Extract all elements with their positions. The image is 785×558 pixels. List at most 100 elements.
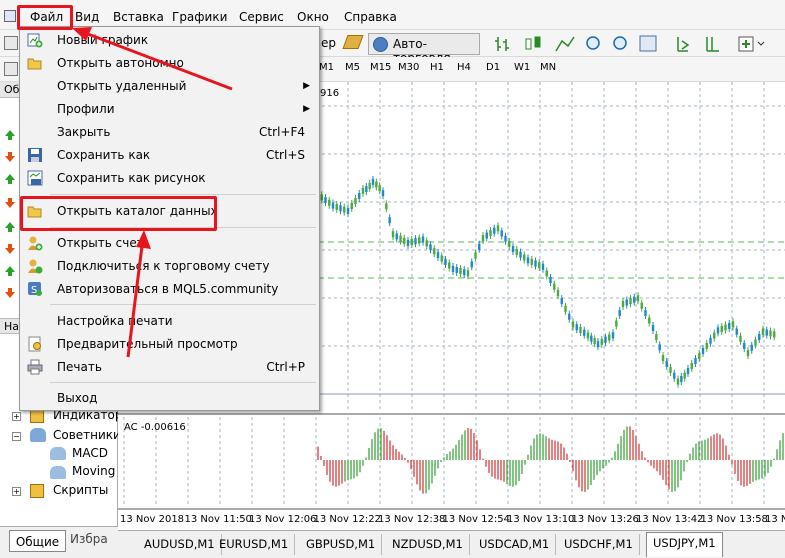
timeframe-m1[interactable]: M1 (319, 62, 334, 73)
menu-item-print-preview[interactable]: Предварительный просмотр (20, 333, 319, 355)
candle-body (556, 290, 560, 297)
open-folder-icon (27, 58, 42, 70)
candle-body (648, 317, 651, 324)
menu-tools[interactable]: Сервис (239, 8, 284, 26)
candle-body (504, 235, 507, 242)
candle-body (385, 203, 388, 210)
tree-expand-icon[interactable]: + (12, 412, 21, 421)
menu-item-shortcut: Ctrl+S (265, 148, 305, 162)
candle-body (519, 251, 522, 258)
candle-body (538, 262, 541, 269)
candle-body (406, 239, 410, 246)
candle-body (698, 352, 701, 359)
menu-item-open-remote[interactable]: Открыть удаленный ▶ (20, 75, 319, 97)
candle-body (421, 236, 425, 243)
candle-body (388, 217, 391, 224)
submenu-arrow-icon: ▶ (303, 104, 310, 114)
save-picture-icon (27, 170, 43, 186)
timeframe-m30[interactable]: M30 (398, 62, 419, 73)
tree-expand-scripts-icon[interactable]: + (12, 487, 21, 496)
candle-body (651, 325, 655, 332)
menu-item-open-account[interactable]: Открыть счет (20, 232, 319, 254)
candle-body (320, 194, 323, 201)
candle-body (436, 252, 440, 259)
menu-item-shortcut: Ctrl+F4 (259, 125, 305, 139)
timeframe-w1[interactable]: W1 (514, 62, 530, 73)
menu-window[interactable]: Окно (297, 8, 329, 26)
candle-body (335, 203, 338, 210)
menu-view[interactable]: Вид (75, 8, 99, 26)
menu-help[interactable]: Справка (344, 8, 397, 26)
menu-item-mql5-login[interactable]: S Авторизоваться в MQL5.community (20, 278, 319, 300)
timeframe-h1[interactable]: H1 (430, 62, 444, 73)
timeframe-m5[interactable]: M5 (345, 62, 360, 73)
candle-body (526, 257, 530, 264)
candle-body (680, 375, 683, 382)
timeframe-h4[interactable]: H4 (457, 62, 471, 73)
candle-body (403, 237, 406, 244)
candle-body (713, 332, 716, 339)
candle-body (640, 302, 643, 309)
chart-tab-nzdusd[interactable]: NZDUSD,M1 (386, 534, 470, 555)
timeframe-m15[interactable]: M15 (370, 62, 391, 73)
time-tick-label: 13 Nov 12:06 (249, 514, 317, 525)
menu-item-save-as[interactable]: Сохранить как Ctrl+S (20, 144, 319, 166)
menu-item-label: Открыть счет (57, 236, 144, 250)
toolbar-left-icon[interactable] (4, 36, 18, 50)
candle-body (754, 339, 757, 346)
menu-item-open-offline[interactable]: Открыть автономно (20, 52, 319, 74)
candle-body (448, 262, 451, 269)
tree-item-macd[interactable]: MACD (72, 446, 108, 460)
open-account-icon (28, 236, 43, 251)
candle-body (644, 310, 647, 317)
candle-body (496, 225, 500, 232)
tab-favorites[interactable]: Избра (70, 532, 108, 546)
tree-item-moving[interactable]: Moving (72, 464, 115, 478)
menu-item-new-chart[interactable]: Новый график (20, 29, 319, 51)
chart-tab-gbpusd[interactable]: GBPUSD,M1 (300, 534, 383, 555)
experts-icon[interactable] (342, 35, 364, 49)
chart-tab-eurusd[interactable]: EURUSD,M1 (213, 534, 296, 555)
toolbar-chart-icons (495, 35, 765, 52)
chart-tab-usdjpy[interactable]: USDJPY,M1 (646, 532, 723, 557)
tree-item-scripts[interactable]: Скрипты (53, 483, 108, 497)
menu-item-print-setup[interactable]: Настройка печати (20, 310, 319, 332)
menu-item-label: Предварительный просмотр (57, 337, 238, 351)
tree-item-experts[interactable]: Советники (53, 428, 121, 442)
menu-item-connect-account[interactable]: Подключиться к торговому счету (20, 255, 319, 277)
menu-item-print[interactable]: Печать Ctrl+P (20, 356, 319, 378)
candle-body (583, 329, 586, 336)
candle-body (735, 328, 738, 335)
connect-account-icon (28, 259, 43, 274)
cursor-tool-icon[interactable] (4, 62, 18, 76)
candle-body (608, 334, 611, 341)
menu-insert[interactable]: Вставка (113, 8, 164, 26)
data-folder-highlight (20, 196, 217, 231)
candle-body (731, 321, 735, 328)
candle-body (621, 301, 625, 308)
timeframe-mn[interactable]: MN (540, 62, 556, 73)
candle-body (395, 233, 398, 240)
chart-tab-usdchf[interactable]: USDCHF,M1 (558, 534, 640, 555)
candle-body (586, 332, 590, 339)
tree-collapse-icon[interactable]: − (12, 432, 21, 441)
menu-item-label: Открыть удаленный (57, 79, 187, 93)
menu-item-label: Подключиться к торговому счету (57, 259, 270, 273)
candle-body (579, 327, 582, 334)
candle-body (343, 206, 346, 213)
tab-common[interactable]: Общие (9, 530, 66, 552)
candle-body (466, 270, 470, 277)
menu-item-close[interactable]: Закрыть Ctrl+F4 (20, 121, 319, 143)
menu-item-profiles[interactable]: Профили ▶ (20, 98, 319, 120)
candle-body (596, 341, 600, 348)
menu-separator (50, 304, 316, 305)
chart-tab-usdcad[interactable]: USDCAD,M1 (473, 534, 557, 555)
menu-item-save-picture[interactable]: Сохранить как рисунок (20, 167, 319, 189)
menu-charts[interactable]: Графики (172, 8, 227, 26)
candle-body (633, 296, 636, 303)
timeframe-d1[interactable]: D1 (486, 62, 500, 73)
menu-item-exit[interactable]: Выход (20, 387, 319, 409)
chart-tab-audusd[interactable]: AUDUSD,M1 (138, 534, 222, 555)
candle-body (553, 283, 556, 290)
autotrading-button[interactable]: Авто-торговля (368, 33, 480, 65)
